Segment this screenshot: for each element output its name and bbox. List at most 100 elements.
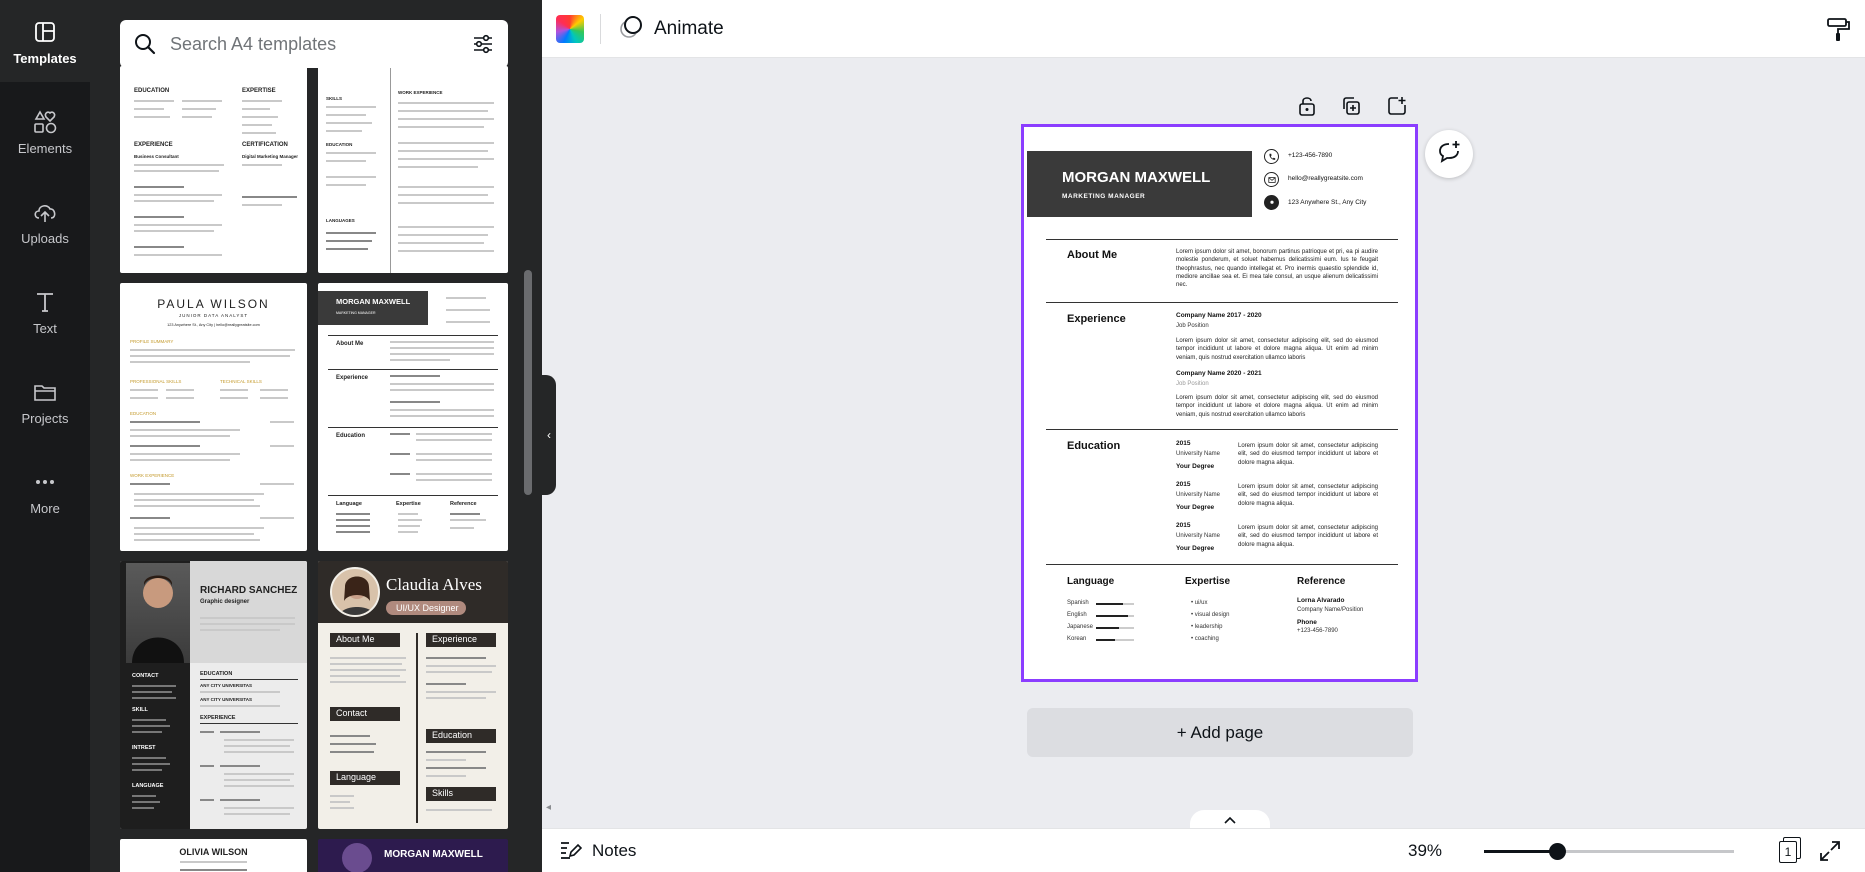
expertise-title: Expertise bbox=[1185, 576, 1231, 587]
page-count-button[interactable]: 1 bbox=[1774, 837, 1801, 865]
edu-university: University Name bbox=[1176, 492, 1221, 498]
animate-icon bbox=[618, 14, 644, 45]
animate-label: Animate bbox=[654, 18, 724, 39]
collapse-panel-button[interactable]: ‹ bbox=[542, 375, 556, 495]
search-input[interactable] bbox=[170, 33, 468, 55]
template-thumbnail[interactable]: RICHARD SANCHEZ Graphic designer CONTACT… bbox=[120, 561, 307, 829]
profile-photo bbox=[126, 563, 190, 663]
rail-item-more[interactable]: More bbox=[0, 450, 90, 532]
thumb-section: Contact bbox=[336, 708, 368, 718]
language-name: Japanese bbox=[1067, 624, 1094, 630]
duplicate-page-icon[interactable] bbox=[1336, 92, 1366, 120]
thumb-column: Language bbox=[336, 501, 362, 507]
thumb-section: About Me bbox=[336, 341, 364, 347]
notes-icon bbox=[558, 837, 583, 866]
add-page-icon[interactable] bbox=[1382, 92, 1412, 120]
thumb-section: Education bbox=[336, 433, 366, 439]
projects-icon bbox=[30, 377, 60, 407]
chevron-left-icon[interactable]: ◂ bbox=[546, 802, 551, 813]
thumb-section: Language bbox=[336, 772, 377, 782]
thumb-heading: TECHNICAL SKILLS bbox=[220, 379, 262, 384]
edu-year: 2015 bbox=[1176, 522, 1191, 529]
thumb-heading: PROFESSIONAL SKILLS bbox=[130, 379, 182, 384]
rail-item-text[interactable]: Text bbox=[0, 270, 90, 352]
exp1-company: Company Name 2017 - 2020 bbox=[1176, 312, 1262, 319]
edu-degree: Your Degree bbox=[1176, 504, 1215, 511]
template-thumbnail[interactable]: SKILLS EDUCATION LANGUAGES WORK EXPERIEN… bbox=[318, 66, 508, 273]
zoom-percentage[interactable]: 39% bbox=[1408, 841, 1442, 861]
thumb-role: UI/UX Designer bbox=[396, 603, 459, 613]
thumb-section: Experience bbox=[336, 375, 369, 381]
rail-item-templates[interactable]: Templates bbox=[0, 0, 90, 82]
thumb-heading: PROFILE SUMMARY bbox=[130, 339, 174, 344]
fullscreen-icon[interactable] bbox=[1818, 839, 1842, 863]
paint-roller-icon[interactable] bbox=[1823, 14, 1853, 44]
template-thumbnail[interactable]: MORGAN MAXWELL MARKETING MANAGER About M… bbox=[318, 283, 508, 551]
edu-university: University Name bbox=[1176, 451, 1221, 457]
add-page-button[interactable]: + Add page bbox=[1027, 708, 1413, 757]
template-thumbnail[interactable]: PAULA WILSON JUNIOR DATA ANALYST 123 Any… bbox=[120, 283, 307, 551]
template-search bbox=[120, 20, 508, 68]
color-picker-icon[interactable] bbox=[556, 15, 584, 43]
left-rail: Templates Elements Uploads Text Projects… bbox=[0, 0, 90, 872]
reference-title: Reference bbox=[1297, 576, 1346, 587]
thumb-section: Education bbox=[432, 730, 473, 740]
thumb-role: JUNIOR DATA ANALYST bbox=[178, 313, 249, 318]
notes-button[interactable]: Notes bbox=[558, 837, 636, 865]
resume-role: MARKETING MANAGER bbox=[1062, 193, 1146, 200]
rail-label: Projects bbox=[21, 410, 69, 426]
thumb-heading: EXPERIENCE bbox=[134, 142, 173, 148]
thumb-heading: INTREST bbox=[132, 745, 156, 751]
template-thumbnail[interactable]: Claudia Alves UI/UX Designer About Me Co… bbox=[318, 561, 508, 829]
experience-title: Experience bbox=[1067, 313, 1126, 325]
rail-item-projects[interactable]: Projects bbox=[0, 360, 90, 442]
template-thumbnail[interactable]: EDUCATION EXPERTISE EXPERIENCE CERTIFICA… bbox=[120, 66, 307, 273]
thumb-section: Skills bbox=[432, 788, 454, 798]
expertise-item: • ui/ux bbox=[1191, 600, 1208, 606]
section-divider bbox=[1046, 302, 1398, 303]
add-comment-button[interactable] bbox=[1425, 130, 1473, 178]
expertise-item: • coaching bbox=[1191, 636, 1219, 642]
thumb-heading: EDUCATION bbox=[326, 142, 353, 147]
toolbar-divider bbox=[600, 14, 601, 44]
resume-email: hello@reallygreatsite.com bbox=[1288, 175, 1363, 182]
zoom-slider-fill bbox=[1484, 850, 1558, 853]
language-name: Korean bbox=[1067, 636, 1087, 642]
thumb-contact: 123 Anywhere St., Any City | hello@reall… bbox=[167, 323, 260, 327]
language-name: English bbox=[1067, 612, 1087, 618]
zoom-slider-knob[interactable] bbox=[1549, 843, 1567, 860]
edu-degree: Your Degree bbox=[1176, 545, 1215, 552]
panel-scrollbar[interactable] bbox=[524, 270, 532, 495]
thumb-heading: EXPERTISE bbox=[242, 88, 276, 94]
filter-icon[interactable] bbox=[468, 29, 498, 59]
resume-name: MORGAN MAXWELL bbox=[1062, 169, 1211, 186]
lock-icon[interactable] bbox=[1292, 92, 1322, 120]
expertise-item: • leadership bbox=[1191, 624, 1223, 630]
edu-text: Lorem ipsum dolor sit amet, consectetur … bbox=[1238, 443, 1378, 466]
reference-phone-label: Phone bbox=[1297, 619, 1317, 626]
zoom-slider[interactable] bbox=[1484, 843, 1734, 860]
template-thumbnail[interactable]: MORGAN MAXWELL bbox=[318, 839, 508, 872]
comment-add-icon bbox=[1436, 139, 1462, 170]
rail-item-uploads[interactable]: Uploads bbox=[0, 180, 90, 262]
rail-label: Templates bbox=[13, 50, 77, 66]
editor-toolbar: Animate bbox=[542, 0, 1865, 58]
design-page[interactable]: MORGAN MAXWELL MARKETING MANAGER +123-45… bbox=[1021, 124, 1418, 682]
expand-pages-tab[interactable] bbox=[1190, 810, 1270, 830]
uploads-icon bbox=[30, 197, 60, 227]
language-bar bbox=[1096, 615, 1128, 617]
notes-label: Notes bbox=[592, 841, 637, 860]
thumb-heading: WORK EXPERIENCE bbox=[398, 90, 443, 95]
template-thumbnail[interactable]: OLIVIA WILSON bbox=[120, 839, 307, 872]
thumb-role: Digital Marketing Manager bbox=[242, 154, 299, 159]
reference-phone: +123-456-7890 bbox=[1297, 628, 1338, 634]
thumb-heading: WORK EXPERIENCE bbox=[130, 473, 175, 478]
thumb-section: About Me bbox=[336, 634, 375, 644]
exp2-text: Lorem ipsum dolor sit amet, consectetur … bbox=[1176, 395, 1378, 418]
animate-button[interactable]: Animate bbox=[618, 12, 724, 46]
thumb-heading: SKILLS bbox=[326, 96, 343, 101]
section-divider bbox=[1046, 239, 1398, 240]
elements-icon bbox=[30, 107, 60, 137]
rail-item-elements[interactable]: Elements bbox=[0, 90, 90, 172]
editor-footer: Notes 39% 1 bbox=[542, 828, 1865, 872]
